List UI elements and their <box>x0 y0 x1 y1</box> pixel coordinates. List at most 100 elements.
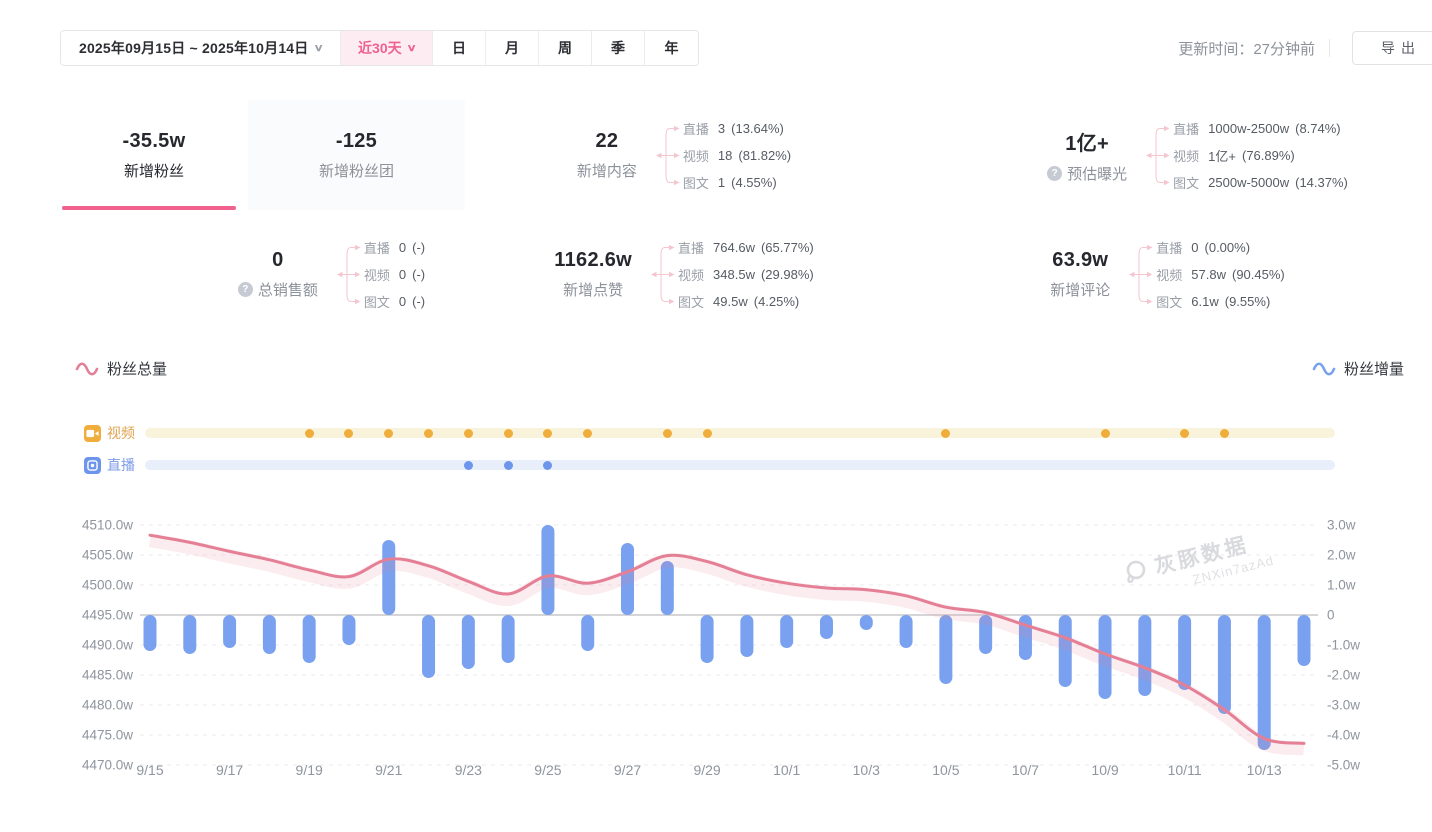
x-axis-tick: 10/5 <box>932 762 959 778</box>
stat-card-total-sales[interactable]: 0 ? 总销售额 直播0(-)视频0(-)图文0(-) <box>60 224 465 324</box>
stat-card-estimated-exposure[interactable]: 1亿+ ? 预估曝光 直播1000w-2500w(8.74%)视频1亿+(76.… <box>955 100 1432 210</box>
x-axis-tick: 10/11 <box>1168 762 1202 778</box>
fans-delta-bar[interactable] <box>1178 615 1191 690</box>
fans-delta-bar[interactable] <box>382 540 395 615</box>
help-icon[interactable]: ? <box>238 282 253 297</box>
fans-delta-bar[interactable] <box>1138 615 1151 696</box>
fans-delta-bar[interactable] <box>740 615 753 657</box>
fans-delta-bar[interactable] <box>462 615 475 669</box>
breakdown-row: 视频0(-) <box>364 261 425 288</box>
fans-delta-bar[interactable] <box>1218 615 1231 714</box>
stat-value: 63.9w <box>1050 249 1110 272</box>
fans-delta-bar[interactable] <box>661 561 674 615</box>
stat-breakdown: 直播0(0.00%)视频57.8w(90.45%)图文6.1w(9.55%) <box>1128 234 1284 315</box>
legend-fans-delta[interactable]: 粉丝增量 <box>1312 358 1404 379</box>
breakdown-row: 直播764.6w(65.77%) <box>678 234 814 261</box>
export-button[interactable]: 导出 <box>1352 31 1432 65</box>
bd-pct: (4.55%) <box>731 175 777 190</box>
fans-delta-bar[interactable] <box>342 615 355 645</box>
period-tab-季[interactable]: 季 <box>592 31 645 65</box>
fans-delta-bar[interactable] <box>422 615 435 678</box>
video-day-dot[interactable] <box>663 429 672 438</box>
x-axis-tick: 10/13 <box>1247 762 1282 778</box>
fans-delta-bar[interactable] <box>780 615 793 648</box>
fans-delta-bar[interactable] <box>502 615 515 663</box>
video-day-dot[interactable] <box>583 429 592 438</box>
bd-label: 图文 <box>1156 292 1182 311</box>
left-axis-tick: 4505.0w <box>82 548 133 563</box>
divider <box>1329 39 1330 57</box>
stat-value-label: 1亿+ ? 预估曝光 <box>1039 127 1135 184</box>
fans-delta-bar[interactable] <box>303 615 316 663</box>
video-day-dot[interactable] <box>424 429 433 438</box>
video-day-dot[interactable] <box>1180 429 1189 438</box>
video-day-dot[interactable] <box>384 429 393 438</box>
fans-trend-chart[interactable]: 4510.0w3.0w4505.0w2.0w4500.0w1.0w4495.0w… <box>0 503 1432 811</box>
stat-value: -125 <box>319 130 394 153</box>
stat-breakdown: 直播3(13.64%)视频18(81.82%)图文1(4.55%) <box>655 115 791 196</box>
x-axis-tick: 9/23 <box>455 762 482 778</box>
fans-delta-bar[interactable] <box>183 615 196 654</box>
x-axis-tick: 9/21 <box>375 762 402 778</box>
live-day-dot[interactable] <box>504 461 513 470</box>
fans-delta-bar[interactable] <box>263 615 276 654</box>
right-axis-tick: 0 <box>1327 608 1335 623</box>
bd-val: 0 <box>399 240 406 255</box>
period-tab-年[interactable]: 年 <box>645 31 698 65</box>
video-day-dot[interactable] <box>1220 429 1229 438</box>
live-day-dot[interactable] <box>543 461 552 470</box>
fans-delta-bar[interactable] <box>900 615 913 648</box>
stat-label-text: 预估曝光 <box>1067 163 1127 184</box>
fans-delta-bar[interactable] <box>541 525 554 615</box>
fans-delta-bar[interactable] <box>1298 615 1311 666</box>
stat-value-label: -35.5w 新增粉丝 <box>115 130 194 181</box>
help-icon[interactable]: ? <box>1047 166 1062 181</box>
x-axis-tick: 9/15 <box>136 762 163 778</box>
stat-card-new-content[interactable]: 22 新增内容 直播3(13.64%)视频18(81.82%)图文1(4.55%… <box>465 100 895 210</box>
video-day-dot[interactable] <box>941 429 950 438</box>
stat-breakdown: 直播1000w-2500w(8.74%)视频1亿+(76.89%)图文2500w… <box>1145 115 1348 196</box>
legend-fans-total[interactable]: 粉丝总量 <box>75 358 167 379</box>
video-day-dot[interactable] <box>305 429 314 438</box>
period-tab-日[interactable]: 日 <box>433 31 486 65</box>
left-axis-tick: 4485.0w <box>82 668 133 683</box>
bd-label: 视频 <box>1156 265 1182 284</box>
breakdown-bracket-icon <box>655 115 683 196</box>
video-day-dot[interactable] <box>344 429 353 438</box>
bd-label: 视频 <box>683 146 709 165</box>
bd-pct: (-) <box>412 267 425 282</box>
breakdown-rows: 直播764.6w(65.77%)视频348.5w(29.98%)图文49.5w(… <box>678 234 814 315</box>
stat-value-label: 1162.6w 新增点赞 <box>546 249 640 300</box>
fans-delta-bar[interactable] <box>223 615 236 648</box>
stat-card-new-likes[interactable]: 1162.6w 新增点赞 直播764.6w(65.77%)视频348.5w(29… <box>465 224 895 324</box>
fans-delta-bar[interactable] <box>701 615 714 663</box>
video-day-dot[interactable] <box>543 429 552 438</box>
video-day-dot[interactable] <box>464 429 473 438</box>
stat-card-new-comments[interactable]: 63.9w 新增评论 直播0(0.00%)视频57.8w(90.45%)图文6.… <box>895 224 1432 324</box>
breakdown-rows: 直播0(0.00%)视频57.8w(90.45%)图文6.1w(9.55%) <box>1156 234 1284 315</box>
fans-delta-bar[interactable] <box>820 615 833 639</box>
fans-delta-bar[interactable] <box>144 615 157 651</box>
live-timeline-track[interactable] <box>145 460 1335 470</box>
fans-delta-bar[interactable] <box>1258 615 1271 750</box>
x-axis-tick: 10/7 <box>1012 762 1039 778</box>
fans-total-line-glow <box>150 540 1304 748</box>
video-day-dot[interactable] <box>504 429 513 438</box>
period-tab-周[interactable]: 周 <box>539 31 592 65</box>
fans-delta-bar[interactable] <box>939 615 952 684</box>
bd-val: 3 <box>718 121 725 136</box>
fans-delta-bar[interactable] <box>860 615 873 630</box>
period-tab-月[interactable]: 月 <box>486 31 539 65</box>
video-day-dot[interactable] <box>1101 429 1110 438</box>
stat-card-new-fans[interactable]: -35.5w 新增粉丝 <box>60 100 248 210</box>
breakdown-row: 图文6.1w(9.55%) <box>1156 288 1284 315</box>
video-timeline-track[interactable] <box>145 428 1335 438</box>
stat-card-new-fanclub[interactable]: -125 新增粉丝团 <box>248 100 465 210</box>
quick-range-30d-tab[interactable]: 近30天 ∨ <box>341 31 433 65</box>
live-day-dot[interactable] <box>464 461 473 470</box>
fans-delta-bar[interactable] <box>581 615 594 651</box>
video-day-dot[interactable] <box>703 429 712 438</box>
bd-label: 直播 <box>683 119 709 138</box>
date-range-picker[interactable]: 2025年09月15日 ~ 2025年10月14日 ∨ <box>61 31 341 65</box>
right-axis-tick: -1.0w <box>1327 638 1360 653</box>
